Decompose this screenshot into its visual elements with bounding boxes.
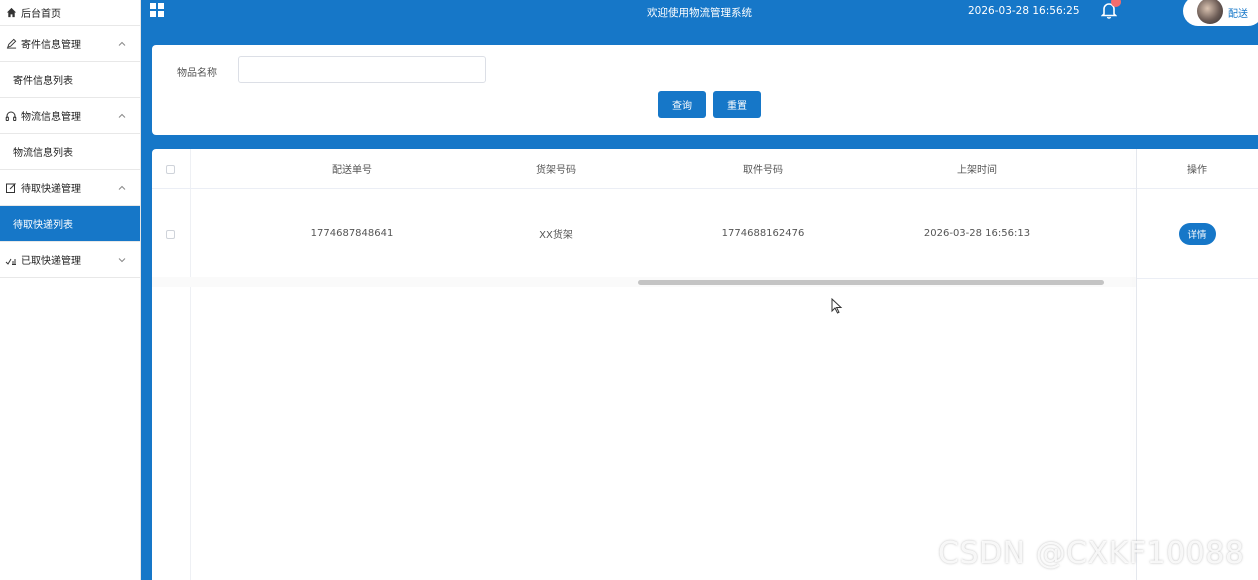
sidebar-item-label: 后台首页 <box>21 9 61 20</box>
search-panel: 物品名称 查询 重置 <box>152 45 1258 135</box>
sidebar-item-send-list[interactable]: 寄件信息列表 <box>0 62 140 98</box>
mouse-cursor-icon <box>831 297 843 314</box>
row-checkbox[interactable] <box>166 230 175 239</box>
query-button[interactable]: 查询 <box>658 91 706 118</box>
sidebar-item-home[interactable]: 后台首页 <box>0 0 140 26</box>
sidebar-group-label: 寄件信息管理 <box>21 40 81 51</box>
sidebar-group-label: 待取快递管理 <box>21 184 81 195</box>
header-shelf: 货架号码 <box>536 165 576 176</box>
cell-action: 详情 <box>1136 189 1258 278</box>
header-action: 操作 <box>1187 165 1207 176</box>
sidebar-item-label: 待取快递列表 <box>13 220 73 231</box>
detail-button[interactable]: 详情 <box>1178 222 1216 245</box>
watermark: CSDN @CXKF10088 <box>938 536 1245 571</box>
chart-icon <box>4 253 18 267</box>
home-icon <box>4 6 18 20</box>
chevron-up-icon <box>118 40 126 48</box>
user-name[interactable]: 配送 <box>1228 5 1248 20</box>
header-time: 上架时间 <box>957 165 997 176</box>
chevron-up-icon <box>118 112 126 120</box>
page-title: 欢迎使用物流管理系统 <box>647 7 752 19</box>
pen-icon <box>4 37 18 51</box>
datetime-display: 2026-03-28 16:56:25 <box>968 5 1080 17</box>
chevron-down-icon <box>118 256 126 264</box>
chevron-up-icon <box>118 184 126 192</box>
sidebar-group-label: 物流信息管理 <box>21 112 81 123</box>
data-table: 配送单号 货架号码 取件号码 上架时间 操作 1774687848641 XX货… <box>152 149 1258 580</box>
sidebar-item-pending-list[interactable]: 待取快递列表 <box>0 206 140 242</box>
cell-shelf: XX货架 <box>539 230 573 241</box>
sidebar-item-label: 寄件信息列表 <box>13 76 73 87</box>
cell-pickup: 1774688162476 <box>721 228 805 239</box>
select-all-checkbox[interactable] <box>166 165 175 174</box>
horizontal-scrollbar[interactable] <box>638 280 1104 285</box>
sidebar-group-pending[interactable]: 待取快递管理 <box>0 170 140 206</box>
sidebar-group-logistics[interactable]: 物流信息管理 <box>0 98 140 134</box>
cell-time: 2026-03-28 16:56:13 <box>923 228 1031 239</box>
table-header: 配送单号 货架号码 取件号码 上架时间 操作 <box>152 149 1258 189</box>
fixed-column-divider <box>1136 149 1137 580</box>
edit-icon <box>4 181 18 195</box>
sidebar-group-label: 已取快递管理 <box>21 256 81 267</box>
table-row: 1774687848641 XX货架 1774688162476 2026-03… <box>152 189 1258 279</box>
item-name-label: 物品名称 <box>177 68 217 79</box>
sidebar-item-label: 物流信息列表 <box>13 148 73 159</box>
top-bar: 欢迎使用物流管理系统 2026-03-28 16:56:25 配送 <box>141 0 1258 35</box>
sidebar-item-logistics-list[interactable]: 物流信息列表 <box>0 134 140 170</box>
sidebar: 后台首页 寄件信息管理 寄件信息列表 物流信息管理 物流信息列表 待取快递管理 … <box>0 0 141 580</box>
sidebar-group-send[interactable]: 寄件信息管理 <box>0 26 140 62</box>
header-pickup: 取件号码 <box>743 165 783 176</box>
headphones-icon <box>4 109 18 123</box>
item-name-input[interactable] <box>238 56 486 83</box>
main-area: 欢迎使用物流管理系统 2026-03-28 16:56:25 配送 物品名称 查… <box>141 0 1258 580</box>
reset-button[interactable]: 重置 <box>713 91 761 118</box>
sidebar-group-picked[interactable]: 已取快递管理 <box>0 242 140 278</box>
